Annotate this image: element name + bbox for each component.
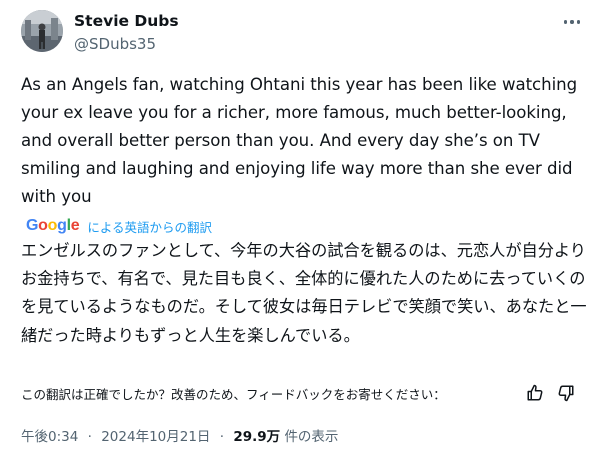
tweet-meta: 午後0:34 · 2024年10月21日 · 29.9万 件の表示: [21, 425, 338, 445]
translation-label[interactable]: による英語からの翻訳: [87, 217, 212, 236]
thumbs-up-icon[interactable]: [526, 384, 544, 402]
separator: ·: [87, 429, 92, 445]
thumbs-down-icon[interactable]: [557, 384, 575, 402]
more-horizontal-icon[interactable]: [561, 14, 583, 30]
tweet-date[interactable]: 2024年10月21日: [101, 429, 210, 445]
tweet-header: Stevie Dubs @SDubs35: [21, 10, 587, 60]
translation-feedback: この翻訳は正確でしたか？改善のため、フィードバックをお寄せください：: [21, 381, 587, 405]
avatar[interactable]: [21, 10, 63, 52]
author-name[interactable]: Stevie Dubs: [74, 12, 179, 30]
tweet-text: As an Angels fan, watching Ohtani this y…: [21, 75, 578, 206]
separator: ·: [219, 429, 225, 445]
tweet-time[interactable]: 午後0:34: [21, 429, 78, 445]
views-count[interactable]: 29.9万: [233, 429, 280, 445]
author-handle[interactable]: @SDubs35: [74, 35, 156, 53]
translation-attribution[interactable]: Google による英語からの翻訳: [26, 216, 212, 236]
translated-text: エンゼルスのファンとして、今年の大谷の試合を観るのは、元恋人が自分よりお金持ちで…: [21, 241, 587, 345]
feedback-prompt: この翻訳は正確でしたか？改善のため、フィードバックをお寄せください：: [21, 386, 446, 402]
google-logo: Google: [26, 217, 80, 234]
views-label: 件の表示: [284, 429, 339, 445]
